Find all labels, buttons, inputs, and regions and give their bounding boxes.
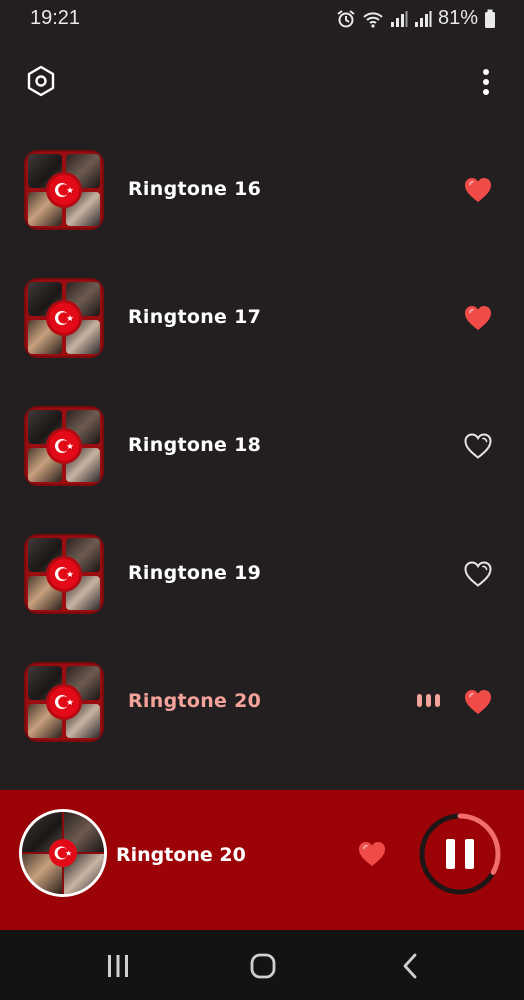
ringtone-thumbnail [24,534,104,614]
playing-indicator-icon [417,694,440,707]
now-playing-title: Ringtone 20 [116,844,246,866]
ringtone-label: Ringtone 17 [128,306,262,328]
settings-hexagon-icon [27,65,55,97]
heart-outline-icon [464,561,492,587]
turkish-flag-icon [49,687,79,717]
heart-filled-icon [465,306,491,330]
back-icon [403,953,417,979]
ringtone-row[interactable]: Ringtone 19 [0,526,524,654]
more-options-button[interactable] [474,64,498,100]
ringtone-label: Ringtone 19 [128,562,262,584]
signal-icon [390,10,408,27]
favorite-button[interactable] [462,558,494,590]
turkish-flag-icon [49,839,77,867]
battery-icon [485,9,495,28]
ringtone-thumbnail [24,406,104,486]
ringtone-thumbnail [24,150,104,230]
more-vertical-icon [483,69,489,95]
turkish-flag-icon [49,559,79,589]
now-playing-favorite-button[interactable] [356,838,388,870]
turkish-flag-icon [49,303,79,333]
recent-apps-button[interactable] [98,950,138,982]
recent-apps-icon [108,955,128,977]
favorite-button[interactable] [462,686,494,718]
ringtone-row[interactable]: Ringtone 16 [0,142,524,270]
system-nav-bar [0,930,524,1000]
signal-icon [414,10,432,27]
pause-icon [446,839,455,869]
ringtone-label: Ringtone 20 [128,690,262,712]
heart-filled-icon [359,842,385,866]
home-icon [250,953,276,979]
home-button[interactable] [243,950,283,982]
turkish-flag-icon [49,175,79,205]
wifi-icon [363,11,383,28]
ringtone-thumbnail [24,662,104,742]
heart-filled-icon [465,690,491,714]
top-bar [0,52,524,112]
now-playing-artwork [22,812,104,894]
status-time: 19:21 [30,7,81,29]
heart-filled-icon [465,178,491,202]
settings-button[interactable] [22,62,60,100]
ringtone-label: Ringtone 16 [128,178,262,200]
alarm-icon [337,9,355,27]
status-bar: 19:21 81% [0,0,524,38]
heart-outline-icon [464,433,492,459]
favorite-button[interactable] [462,430,494,462]
status-icons: 81% [336,7,496,30]
battery-percent: 81% [437,7,478,29]
favorite-button[interactable] [462,302,494,334]
ringtone-row[interactable]: Ringtone 18 [0,398,524,526]
ringtone-row-active[interactable]: Ringtone 20 [0,654,524,782]
turkish-flag-icon [49,431,79,461]
pause-button[interactable] [418,812,502,896]
favorite-button[interactable] [462,174,494,206]
ringtone-thumbnail [24,278,104,358]
ringtone-row[interactable]: Ringtone 17 [0,270,524,398]
pause-progress-ring [419,813,501,895]
ringtone-label: Ringtone 18 [128,434,262,456]
back-button[interactable] [390,950,430,982]
now-playing-bar[interactable]: Ringtone 20 [0,790,524,930]
ringtone-list: Ringtone 16 Ringtone 17 Ringtone 18 Ring… [0,142,524,782]
